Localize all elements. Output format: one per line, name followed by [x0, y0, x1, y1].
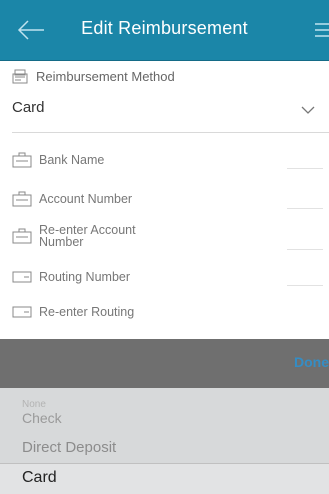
app-header: Edit Reimbursement: [0, 0, 329, 61]
check-icon: [12, 306, 32, 318]
chevron-down-icon[interactable]: [301, 106, 315, 114]
picker-toolbar: Done: [0, 339, 329, 388]
bank-icon: [12, 191, 32, 207]
picker-option-none[interactable]: None: [22, 399, 46, 410]
reenter-account-input-line[interactable]: [287, 249, 323, 250]
reenter-account-label-line2: Number: [39, 235, 84, 249]
reenter-account-number-field[interactable]: Re-enter Account Number: [12, 224, 136, 248]
menu-icon[interactable]: [313, 20, 329, 40]
picker-option-check[interactable]: Check: [22, 410, 62, 426]
card-reader-icon: [12, 69, 28, 84]
picker-option-card[interactable]: Card: [22, 469, 57, 487]
done-button[interactable]: Done: [294, 354, 329, 370]
check-icon: [12, 271, 32, 283]
divider: [12, 132, 329, 133]
bank-icon: [12, 228, 32, 244]
page-title: Edit Reimbursement: [81, 18, 248, 38]
routing-number-field[interactable]: Routing Number: [12, 270, 130, 284]
method-picker[interactable]: None Check Direct Deposit Card: [0, 388, 329, 494]
reimbursement-method-select[interactable]: Card: [12, 99, 45, 116]
account-number-field[interactable]: Account Number: [12, 191, 132, 207]
bank-icon: [12, 152, 32, 168]
picker-selected-row[interactable]: Card: [0, 463, 329, 494]
reimbursement-method-label: Reimbursement Method: [12, 69, 175, 84]
picker-option-direct-deposit[interactable]: Direct Deposit: [22, 439, 116, 456]
reenter-routing-field[interactable]: Re-enter Routing: [12, 305, 134, 319]
reimbursement-form: Reimbursement Method Card Bank Name Acco…: [0, 61, 329, 339]
routing-number-input-line[interactable]: [287, 285, 323, 286]
bank-name-input-line[interactable]: [287, 168, 323, 169]
bank-name-field[interactable]: Bank Name: [12, 152, 104, 168]
account-number-input-line[interactable]: [287, 208, 323, 209]
